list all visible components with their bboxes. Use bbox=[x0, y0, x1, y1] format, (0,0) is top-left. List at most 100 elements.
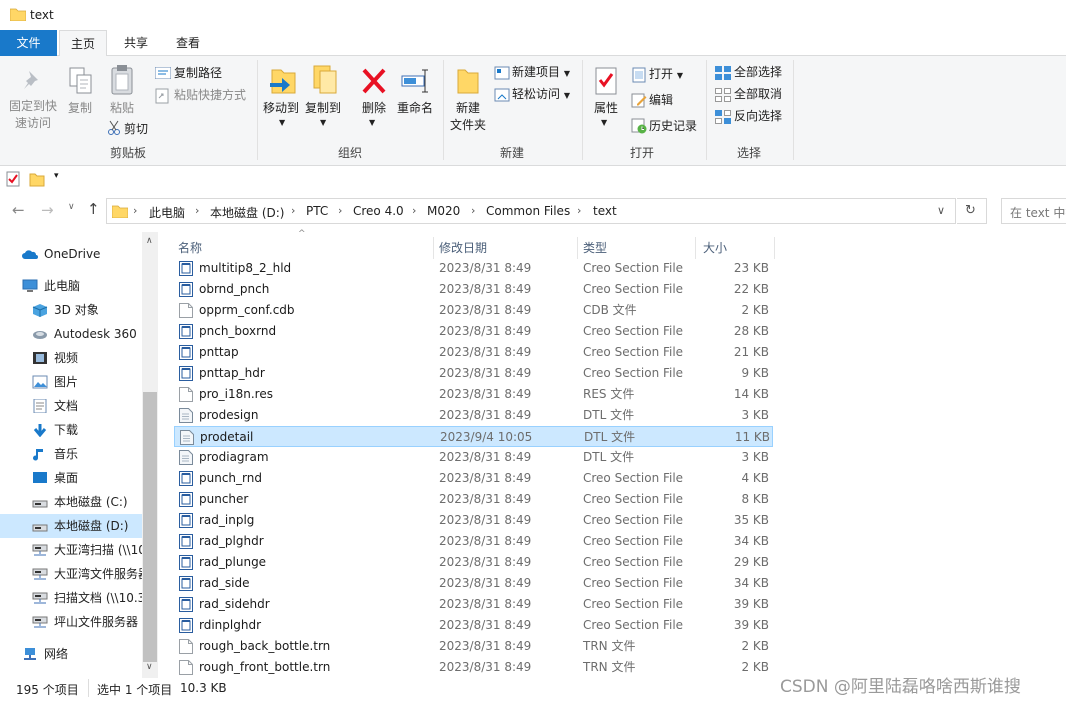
breadcrumb-ptc[interactable]: PTC bbox=[306, 204, 328, 218]
file-row[interactable]: prodiagram 2023/8/31 8:49 DTL 文件 3 KB bbox=[174, 447, 773, 468]
file-row[interactable]: rad_side 2023/8/31 8:49 Creo Section File 3… bbox=[174, 573, 773, 594]
easy-access-button[interactable]: 轻松访问 ▼ bbox=[512, 85, 570, 105]
tab-share[interactable]: 共享 bbox=[112, 30, 160, 56]
breadcrumb-m020[interactable]: M020 bbox=[427, 204, 460, 218]
scrollbar-thumb[interactable] bbox=[143, 392, 157, 662]
scroll-down-icon[interactable]: ∨ bbox=[146, 662, 153, 672]
edit-button[interactable]: 编辑 bbox=[649, 91, 673, 109]
select-none-button[interactable]: 全部取消 bbox=[734, 85, 782, 103]
breadcrumb-this-pc[interactable]: 此电脑 bbox=[149, 204, 185, 221]
nav-item[interactable]: 大亚湾扫描 (\\10 bbox=[0, 538, 142, 562]
column-divider[interactable] bbox=[577, 237, 578, 259]
file-row[interactable]: rad_inplg 2023/8/31 8:49 Creo Section File… bbox=[174, 510, 773, 531]
recent-locations-chevron-icon[interactable]: ∨ bbox=[68, 202, 75, 212]
file-row[interactable]: rough_front_bottle.trn 2023/8/31 8:49 TRN … bbox=[174, 657, 773, 678]
address-bar[interactable]: › 此电脑 › 本地磁盘 (D:) › PTC › Creo 4.0 › M02… bbox=[106, 198, 956, 224]
address-history-chevron-icon[interactable]: ∨ bbox=[937, 204, 945, 217]
rename-button[interactable]: 重命名 bbox=[394, 100, 436, 117]
creo-section-icon bbox=[179, 555, 193, 570]
file-row[interactable]: pro_i18n.res 2023/8/31 8:49 RES 文件 14 KB bbox=[174, 384, 773, 405]
nav-item[interactable]: OneDrive bbox=[0, 242, 142, 266]
up-arrow-icon[interactable]: ↑ bbox=[87, 200, 100, 218]
new-item-icon bbox=[494, 66, 510, 80]
nav-item[interactable]: 此电脑 bbox=[0, 274, 142, 298]
cut-button[interactable]: 剪切 bbox=[124, 120, 148, 138]
nav-item[interactable]: 音乐 bbox=[0, 442, 142, 466]
file-row[interactable]: rad_plunge 2023/8/31 8:49 Creo Section Fil… bbox=[174, 552, 773, 573]
file-row[interactable]: multitip8_2_hld 2023/8/31 8:49 Creo Sectio… bbox=[174, 258, 773, 279]
column-header-name[interactable]: 名称 bbox=[178, 237, 433, 259]
file-type: Creo Section File bbox=[583, 471, 684, 485]
file-row[interactable]: prodetail 2023/9/4 10:05 DTL 文件 11 KB bbox=[174, 426, 773, 447]
paste-shortcut-button[interactable]: 粘贴快捷方式 bbox=[174, 86, 246, 104]
nav-item[interactable]: 桌面 bbox=[0, 466, 142, 490]
file-row[interactable]: prodesign 2023/8/31 8:49 DTL 文件 3 KB bbox=[174, 405, 773, 426]
copy-path-button[interactable]: 复制路径 bbox=[174, 64, 222, 82]
select-all-button[interactable]: 全部选择 bbox=[734, 63, 782, 81]
column-header-date[interactable]: 修改日期 bbox=[439, 237, 577, 259]
file-row[interactable]: pnttap_hdr 2023/8/31 8:49 Creo Section Fil… bbox=[174, 363, 773, 384]
new-item-button[interactable]: 新建项目 ▼ bbox=[512, 63, 570, 83]
file-row[interactable]: obrnd_pnch 2023/8/31 8:49 Creo Section Fil… bbox=[174, 279, 773, 300]
nav-item[interactable]: 图片 bbox=[0, 370, 142, 394]
file-name: puncher bbox=[199, 492, 249, 506]
open-button[interactable]: 打开 ▼ bbox=[649, 65, 683, 85]
file-row[interactable]: pnttap 2023/8/31 8:49 Creo Section File 21 … bbox=[174, 342, 773, 363]
breadcrumb-text[interactable]: text bbox=[593, 204, 617, 218]
breadcrumb-creo[interactable]: Creo 4.0 bbox=[353, 204, 404, 218]
nav-scrollbar[interactable]: ∧ ∨ bbox=[142, 232, 158, 678]
nav-item[interactable]: 本地磁盘 (C:) bbox=[0, 490, 142, 514]
forward-arrow-icon[interactable]: → bbox=[41, 201, 54, 219]
creo-section-icon bbox=[179, 261, 193, 276]
new-folder-button[interactable]: 新建 文件夹 bbox=[446, 100, 490, 134]
column-divider[interactable] bbox=[695, 237, 696, 259]
file-type: DTL 文件 bbox=[584, 430, 636, 444]
nav-item[interactable]: 大亚湾文件服务器 bbox=[0, 562, 142, 586]
column-header-size[interactable]: 大小 bbox=[703, 237, 773, 259]
file-row[interactable]: puncher 2023/8/31 8:49 Creo Section File 8 … bbox=[174, 489, 773, 510]
window-title: text bbox=[30, 8, 54, 22]
file-row[interactable]: rad_plghdr 2023/8/31 8:49 Creo Section Fil… bbox=[174, 531, 773, 552]
new-folder-icon[interactable] bbox=[29, 171, 45, 187]
pin-quick-access-button[interactable]: 固定到快 速访问 bbox=[4, 98, 62, 132]
file-row[interactable]: opprm_conf.cdb 2023/8/31 8:49 CDB 文件 2 KB bbox=[174, 300, 773, 321]
blank-file-icon bbox=[179, 660, 193, 675]
network-drive-icon bbox=[32, 568, 48, 580]
tab-file[interactable]: 文件 bbox=[0, 30, 57, 56]
breadcrumb-common-files[interactable]: Common Files bbox=[486, 204, 570, 218]
history-button[interactable]: 历史记录 bbox=[649, 117, 697, 135]
copy-button[interactable]: 复制 bbox=[62, 100, 98, 117]
properties-icon[interactable] bbox=[6, 171, 20, 187]
file-row[interactable]: rdinplghdr 2023/8/31 8:49 Creo Section Fil… bbox=[174, 615, 773, 636]
column-divider[interactable] bbox=[774, 237, 775, 259]
scroll-up-icon[interactable]: ∧ bbox=[146, 236, 153, 246]
nav-item[interactable]: 坪山文件服务器 bbox=[0, 610, 142, 634]
nav-item[interactable]: 网络 bbox=[0, 642, 142, 666]
nav-item[interactable]: Autodesk 360 bbox=[0, 322, 142, 346]
file-row[interactable]: rough_back_bottle.trn 2023/8/31 8:49 TRN 文… bbox=[174, 636, 773, 657]
file-row[interactable]: pnch_boxrnd 2023/8/31 8:49 Creo Section Fi… bbox=[174, 321, 773, 342]
tab-view[interactable]: 查看 bbox=[164, 30, 212, 56]
history-icon bbox=[631, 118, 647, 134]
nav-item[interactable]: 3D 对象 bbox=[0, 298, 142, 322]
nav-item[interactable]: 下载 bbox=[0, 418, 142, 442]
customize-toolbar-icon[interactable]: ▾ bbox=[54, 171, 59, 181]
column-divider[interactable] bbox=[433, 237, 434, 259]
chevron-down-icon: ▼ bbox=[676, 71, 683, 80]
nav-item[interactable]: 视频 bbox=[0, 346, 142, 370]
file-row[interactable]: rad_sidehdr 2023/8/31 8:49 Creo Section Fi… bbox=[174, 594, 773, 615]
paste-button[interactable]: 粘贴 bbox=[104, 100, 140, 117]
column-header-type[interactable]: 类型 bbox=[583, 237, 693, 259]
nav-item[interactable]: 本地磁盘 (D:) bbox=[0, 514, 142, 538]
new-folder-icon bbox=[457, 69, 479, 94]
refresh-button[interactable]: ↻ bbox=[957, 198, 987, 224]
search-box[interactable]: 在 text 中搜索 bbox=[1001, 198, 1066, 224]
breadcrumb-drive-d[interactable]: 本地磁盘 (D:) bbox=[210, 204, 284, 221]
nav-item[interactable]: 文档 bbox=[0, 394, 142, 418]
back-arrow-icon[interactable]: ← bbox=[12, 201, 25, 219]
tab-home[interactable]: 主页 bbox=[59, 30, 107, 57]
file-row[interactable]: punch_rnd 2023/8/31 8:49 Creo Section File… bbox=[174, 468, 773, 489]
nav-item[interactable]: 扫描文档 (\\10.3 bbox=[0, 586, 142, 610]
invert-selection-button[interactable]: 反向选择 bbox=[734, 107, 782, 125]
computer-icon bbox=[22, 279, 38, 292]
